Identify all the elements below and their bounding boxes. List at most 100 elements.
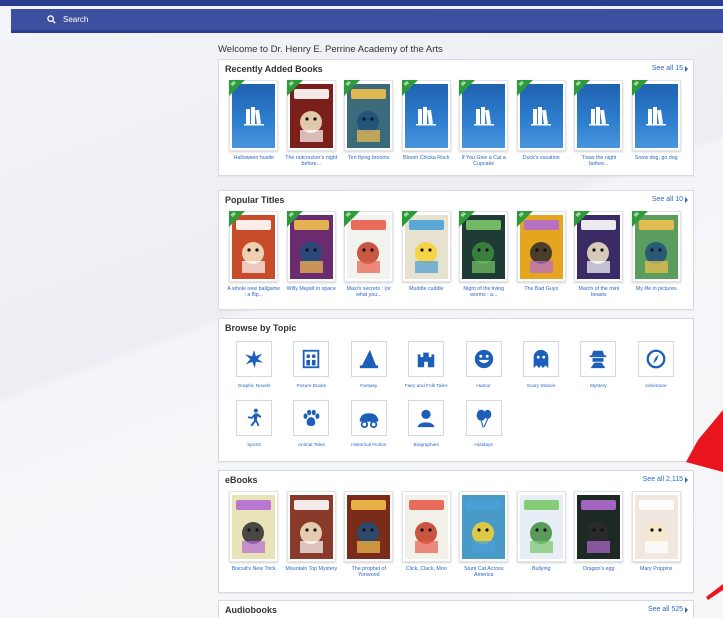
topic-label[interactable]: Sports [228,443,280,449]
book-cover[interactable]: IN [631,211,681,282]
see-all-ebooks-link[interactable]: See all 2,115 [643,476,688,483]
book-item[interactable]: IN March of the mini beasts [570,211,628,299]
book-cover[interactable]: IN [459,80,509,151]
book-title-link[interactable]: The prophet of Yonwood [342,566,396,579]
book-cover[interactable]: IN [286,80,336,151]
book-cover[interactable]: IN [516,211,566,282]
book-cover[interactable]: IN [401,80,451,151]
book-title-link[interactable]: The Bad Guys [514,286,568,292]
book-item[interactable]: Mary Poppins [628,491,686,579]
see-all-audiobooks-link[interactable]: See all 525 [648,606,688,613]
spy-icon[interactable] [580,341,617,377]
topic-scary-stories[interactable]: Scary Stories [515,341,567,390]
book-item[interactable]: IN The Bad Guys [513,211,571,299]
book-cover[interactable] [516,491,566,562]
book-item[interactable]: IN If You Give a Cat a Cupcake [455,80,513,168]
book-title-link[interactable]: Biscuit's New Trick [227,566,281,572]
person-icon[interactable] [408,400,445,436]
book-cover[interactable] [229,491,279,562]
book-item[interactable]: Mountain Top Mystery [283,491,341,579]
book-title-link[interactable]: Duck's vacation [514,155,568,161]
wagon-icon[interactable] [350,400,387,436]
search-icon[interactable] [39,8,63,32]
topic-humor[interactable]: Humor [458,341,510,390]
book-item[interactable]: IN Halloween hustle [225,80,283,168]
book-title-link[interactable]: Muddle cuddle [399,286,453,292]
book-item[interactable]: IN Ten flying brooms [340,80,398,168]
book-cover[interactable]: IN [516,80,566,151]
book-cover[interactable] [344,491,394,562]
burst-icon[interactable] [236,341,272,377]
see-all-popular-link[interactable]: See all 10 [652,196,688,203]
topic-label[interactable]: Fairy and Folk Tales [400,384,452,390]
smiley-icon[interactable] [465,341,502,377]
book-cover[interactable]: IN [459,211,509,282]
topic-adventure[interactable]: Adventure [630,341,682,390]
search-bar[interactable]: Search [11,9,723,33]
book-item[interactable]: Stunt Cat Across America [455,491,513,579]
book-cover[interactable]: IN [344,80,394,151]
book-item[interactable]: Click, Clack, Moo [398,491,456,579]
topic-mystery[interactable]: Mystery [572,341,624,390]
topic-label[interactable]: Historical Fiction [343,443,395,449]
topic-label[interactable]: Picture Books [285,384,337,390]
topic-label[interactable]: Adventure [630,384,682,390]
book-cover[interactable]: IN [574,80,624,151]
book-cover[interactable] [286,491,336,562]
book-cover[interactable]: IN [286,211,336,282]
compass-icon[interactable] [637,341,674,377]
book-title-link[interactable]: March of the mini beasts [572,286,626,299]
see-all-recently-added-link[interactable]: See all 15 [652,65,688,72]
paw-icon[interactable] [293,400,330,436]
book-title-link[interactable]: Maxi's secrets : (or what you... [342,286,396,299]
topic-label[interactable]: Graphic Novels [228,384,280,390]
topic-sports[interactable]: Sports [228,400,280,449]
topic-picture-books[interactable]: Picture Books [285,341,337,390]
book-item[interactable]: Dragon's egg [570,491,628,579]
book-item[interactable]: IN The nutcracker's night before... [283,80,341,168]
book-cover[interactable]: IN [229,80,279,151]
book-item[interactable]: IN 'Twas the night before... [570,80,628,168]
book-item[interactable]: IN Duck's vacation [513,80,571,168]
book-cover[interactable] [574,491,624,562]
book-title-link[interactable]: My life in pictures [629,286,683,292]
book-cover[interactable]: IN [401,211,451,282]
balloons-icon[interactable] [465,400,502,436]
book-title-link[interactable]: Snow dog, go dog [629,155,683,161]
book-title-link[interactable]: Ten flying brooms [342,155,396,161]
book-item[interactable]: IN Night of the living worms : a... [455,211,513,299]
picture-book-icon[interactable] [293,341,330,377]
book-title-link[interactable]: Mountain Top Mystery [284,566,338,572]
topic-label[interactable]: Fantasy [343,384,395,390]
topic-historical-fiction[interactable]: Historical Fiction [343,400,395,449]
wizard-hat-icon[interactable] [350,341,387,377]
book-cover[interactable] [631,491,681,562]
book-title-link[interactable]: 'Twas the night before... [572,155,626,168]
book-item[interactable]: Bullying [513,491,571,579]
book-title-link[interactable]: Dragon's egg [572,566,626,572]
book-cover[interactable] [401,491,451,562]
topic-label[interactable]: Mystery [572,384,624,390]
book-title-link[interactable]: The nutcracker's night before... [284,155,338,168]
book-title-link[interactable]: Bloom Chicka Rock [399,155,453,161]
book-item[interactable]: Biscuit's New Trick [225,491,283,579]
topic-biographies[interactable]: Biographies [400,400,452,449]
book-item[interactable]: IN Muddle cuddle [398,211,456,299]
book-item[interactable]: IN A whole new ballgame : a flip... [225,211,283,299]
book-cover[interactable]: IN [631,80,681,151]
topic-graphic-novels[interactable]: Graphic Novels [228,341,280,390]
topic-label[interactable]: Biographies [400,443,452,449]
topic-animal-tales[interactable]: Animal Tales [285,400,337,449]
topic-fantasy[interactable]: Fantasy [343,341,395,390]
topic-holidays[interactable]: Holidays [458,400,510,449]
book-title-link[interactable]: Willy Maykit in space [284,286,338,292]
book-item[interactable]: IN Maxi's secrets : (or what you... [340,211,398,299]
search-label[interactable]: Search [63,15,88,24]
topic-label[interactable]: Animal Tales [285,443,337,449]
runner-icon[interactable] [236,400,272,436]
book-title-link[interactable]: Bullying [514,566,568,572]
book-title-link[interactable]: Stunt Cat Across America [457,566,511,579]
castle-icon[interactable] [408,341,445,377]
book-cover[interactable] [459,491,509,562]
book-cover[interactable]: IN [229,211,279,282]
